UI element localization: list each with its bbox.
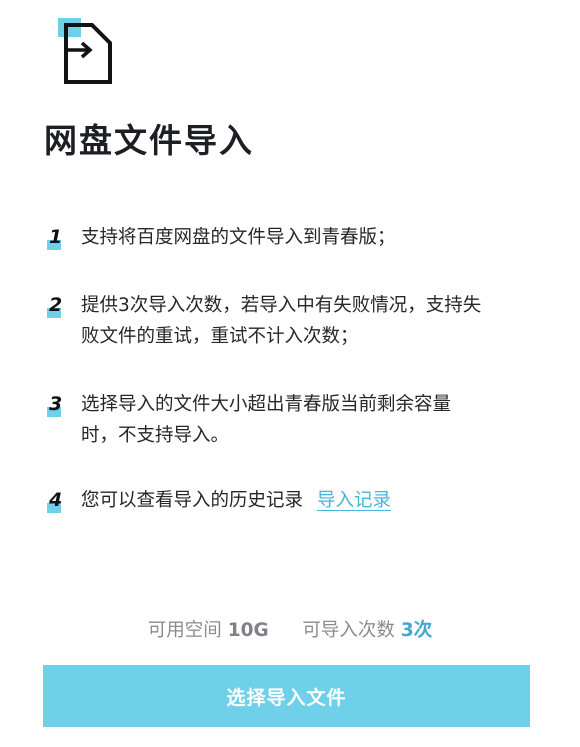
instruction-text: 提供3次导入次数，若导入中有失败情况，支持失 败文件的重试，重试不计入次数； xyxy=(81,290,551,352)
instruction-line: 您可以查看导入的历史记录 导入记录 xyxy=(81,485,551,516)
number-text: 1 xyxy=(49,226,63,248)
item-number: 1 xyxy=(44,222,70,252)
history-text: 您可以查看导入的历史记录 xyxy=(81,490,304,511)
number-text: 4 xyxy=(49,489,63,511)
instruction-line: 支持将百度网盘的文件导入到青春版； xyxy=(81,227,396,248)
quota-info: 可用空间 10G 可导入次数 3次 xyxy=(0,616,580,642)
import-history-link[interactable]: 导入记录 xyxy=(317,490,391,511)
instruction-line: 提供3次导入次数，若导入中有失败情况，支持失 xyxy=(81,295,482,316)
file-import-icon xyxy=(58,18,112,84)
space-value: 10G xyxy=(227,620,269,641)
item-number: 2 xyxy=(44,290,70,320)
number-text: 3 xyxy=(49,393,63,415)
count-label: 可导入次数 xyxy=(302,620,395,641)
space-label: 可用空间 xyxy=(147,620,222,641)
instruction-line: 时，不支持导入。 xyxy=(81,425,230,446)
instruction-text: 您可以查看导入的历史记录 导入记录 xyxy=(81,485,551,516)
instruction-text: 选择导入的文件大小超出青春版当前剩余容量 时，不支持导入。 xyxy=(81,389,551,451)
item-number: 4 xyxy=(44,485,70,515)
number-text: 2 xyxy=(49,294,63,316)
instruction-text: 支持将百度网盘的文件导入到青春版； xyxy=(81,222,551,253)
select-import-file-button[interactable]: 选择导入文件 xyxy=(43,665,530,727)
count-value: 3次 xyxy=(400,620,433,641)
item-number: 3 xyxy=(44,389,70,419)
page-title: 网盘文件导入 xyxy=(44,121,254,160)
instruction-line: 选择导入的文件大小超出青春版当前剩余容量 xyxy=(81,394,452,415)
instruction-line: 败文件的重试，重试不计入次数； xyxy=(81,326,359,347)
